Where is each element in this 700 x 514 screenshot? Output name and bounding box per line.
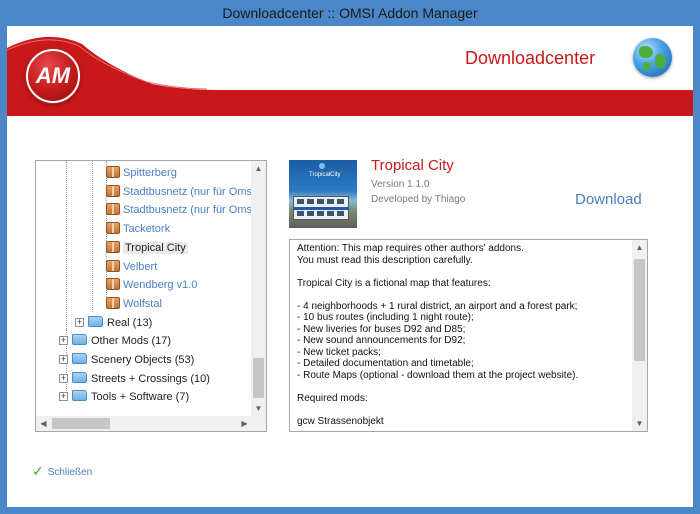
tree-folder-label: Tools + Software (7) xyxy=(91,391,190,404)
tree-item[interactable]: Tropical City xyxy=(106,239,188,257)
tree-folder[interactable]: Streets + Crossings (10) xyxy=(72,370,210,388)
thumbnail-caption: TropicalCity xyxy=(309,172,341,178)
addon-developer: Developed by Thiago xyxy=(371,194,466,205)
tree-item[interactable]: Stadtbusnetz (nur für Oms xyxy=(106,201,252,219)
scroll-down-arrow-icon[interactable]: ▼ xyxy=(632,416,647,431)
tree-hscroll-thumb[interactable] xyxy=(52,418,110,429)
package-icon xyxy=(106,296,120,309)
scroll-up-arrow-icon[interactable]: ▲ xyxy=(251,161,266,176)
scroll-corner xyxy=(251,416,266,431)
scroll-down-arrow-icon[interactable]: ▼ xyxy=(251,401,266,416)
tree-item-label: Stadtbusnetz (nur für Oms xyxy=(123,185,252,198)
tree-item[interactable]: Stadtbusnetz (nur für Oms xyxy=(106,183,252,201)
scroll-right-arrow-icon[interactable]: ▶ xyxy=(237,416,252,431)
expand-toggle-icon[interactable]: + xyxy=(59,392,68,402)
tree-folder[interactable]: Scenery Objects (53) xyxy=(72,351,194,369)
scroll-up-arrow-icon[interactable]: ▲ xyxy=(632,240,647,255)
package-icon xyxy=(106,278,120,291)
close-button[interactable]: ✓ Schließen xyxy=(32,463,92,479)
header-title: Downloadcenter xyxy=(465,48,596,68)
header-swoosh xyxy=(7,36,693,117)
tree-item[interactable]: Wendberg v1.0 xyxy=(106,276,197,294)
download-link[interactable]: Download xyxy=(575,191,642,208)
tree-folder-label: Streets + Crossings (10) xyxy=(91,372,210,385)
package-icon xyxy=(106,222,120,235)
tree-item-label: Tropical City xyxy=(123,241,188,254)
description-box[interactable]: Attention: This map requires other autho… xyxy=(289,239,648,432)
check-icon: ✓ xyxy=(32,463,44,479)
close-label: Schließen xyxy=(47,467,93,478)
tree-item-label: Wolfstal xyxy=(123,297,162,310)
tree-folder[interactable]: Other Mods (17) xyxy=(72,332,171,350)
tree-item[interactable]: Spitterberg xyxy=(106,164,177,182)
thumbnail-logo-icon xyxy=(319,163,325,169)
addon-version: Version 1.1.0 xyxy=(371,179,430,190)
folder-icon xyxy=(72,334,87,346)
package-icon xyxy=(106,184,120,197)
tree-folder-label: Other Mods (17) xyxy=(91,335,172,348)
tree-vertical-scrollbar[interactable]: ▲ ▼ xyxy=(251,161,266,416)
description-scrollbar[interactable]: ▲ ▼ xyxy=(632,240,647,431)
folder-icon xyxy=(72,371,87,383)
tree-item-label: Tacketork xyxy=(123,223,171,236)
package-icon xyxy=(106,259,120,272)
header-banner: AM Downloadcenter xyxy=(7,26,693,121)
window-title: Downloadcenter :: OMSI Addon Manager xyxy=(0,0,700,26)
tree-item-label: Velbert xyxy=(123,260,158,273)
description-text: Attention: This map requires other autho… xyxy=(297,243,579,427)
tree-items: Spitterberg Stadtbusnetz (nur für Oms Stad… xyxy=(36,161,252,416)
expand-toggle-icon[interactable]: + xyxy=(59,336,68,346)
tree-item[interactable]: Wolfstal xyxy=(106,295,162,313)
scroll-left-arrow-icon[interactable]: ◀ xyxy=(36,416,51,431)
downloadcenter-window: AM Downloadcenter Spitterberg Stadtbusnet… xyxy=(7,26,693,507)
addon-tree[interactable]: Spitterberg Stadtbusnetz (nur für Oms Stad… xyxy=(35,160,267,432)
tree-item[interactable]: Velbert xyxy=(106,258,157,276)
expand-toggle-icon[interactable]: + xyxy=(59,373,68,383)
tree-folder-label: Real (13) xyxy=(107,316,153,329)
expand-toggle-icon[interactable]: + xyxy=(75,317,84,327)
folder-icon xyxy=(72,390,87,402)
tree-scroll-thumb[interactable] xyxy=(253,358,264,398)
tree-horizontal-scrollbar[interactable]: ◀ ▶ xyxy=(36,416,252,431)
addon-thumbnail: TropicalCity xyxy=(289,160,357,228)
tree-folder-real[interactable]: Real (13) xyxy=(88,314,152,332)
package-icon xyxy=(106,203,120,216)
tree-item-label: Stadtbusnetz (nur für Oms xyxy=(123,204,252,217)
tree-guide-line xyxy=(66,161,67,329)
tree-item-label: Wendberg v1.0 xyxy=(123,279,198,292)
globe-icon xyxy=(633,38,672,77)
tree-item[interactable]: Tacketork xyxy=(106,220,170,238)
folder-icon xyxy=(88,315,103,327)
tree-guide-line xyxy=(92,161,93,312)
tree-folder-label: Scenery Objects (53) xyxy=(91,354,195,366)
package-icon xyxy=(106,166,120,178)
bus-stripe xyxy=(293,207,349,210)
tree-folder[interactable]: Tools + Software (7) xyxy=(72,388,189,406)
package-icon xyxy=(106,240,120,253)
am-logo: AM xyxy=(26,49,80,103)
description-scroll-thumb[interactable] xyxy=(634,259,645,361)
expand-toggle-icon[interactable]: + xyxy=(59,355,68,364)
folder-icon xyxy=(72,353,87,364)
tree-item-label: Spitterberg xyxy=(123,167,177,179)
addon-title: Tropical City xyxy=(371,157,454,174)
